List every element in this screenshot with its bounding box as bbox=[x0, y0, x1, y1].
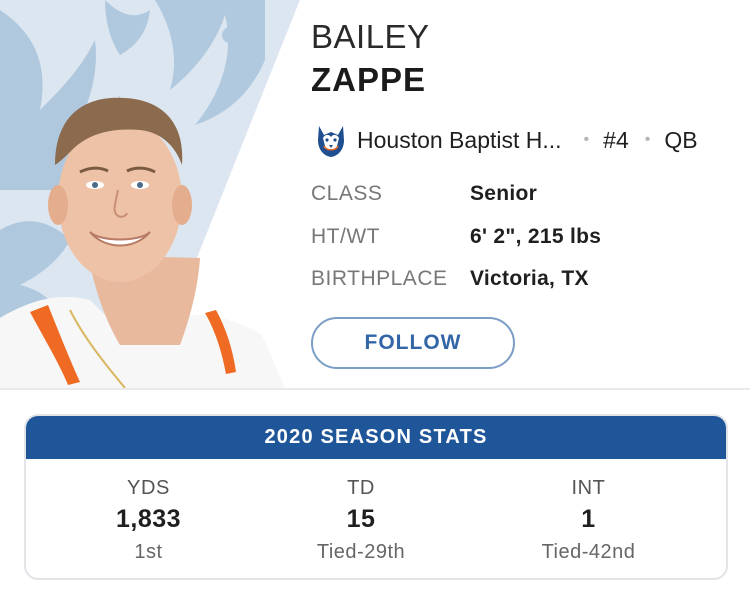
player-profile-page: BAILEY ZAPPE Houston Baptist H... • #4 •… bbox=[0, 0, 750, 602]
player-last-name: ZAPPE bbox=[311, 61, 427, 98]
stat-column-yds: YDS 1,833 1st bbox=[26, 459, 271, 578]
follow-button[interactable]: FOLLOW bbox=[311, 317, 515, 369]
stat-rank: Tied-29th bbox=[316, 541, 406, 563]
stat-column-int: INT 1 Tied-42nd bbox=[451, 459, 726, 578]
info-row-class: CLASS Senior bbox=[311, 179, 537, 209]
info-label: CLASS bbox=[311, 182, 383, 205]
stat-value: 15 bbox=[346, 505, 376, 533]
stat-value: 1,833 bbox=[115, 505, 182, 533]
player-position: QB bbox=[664, 126, 698, 153]
info-row-birthplace: BIRTHPLACE Victoria, TX bbox=[311, 264, 589, 294]
team-name-link[interactable]: Houston Baptist H... bbox=[357, 127, 562, 154]
info-label: BIRTHPLACE bbox=[311, 267, 448, 290]
separator-dot: • bbox=[583, 131, 590, 148]
separator-dot: • bbox=[644, 131, 651, 148]
stat-label: YDS bbox=[127, 477, 170, 499]
player-first-name: BAILEY bbox=[311, 18, 430, 55]
stats-title: 2020 SEASON STATS bbox=[26, 416, 726, 459]
player-photo bbox=[0, 0, 300, 388]
info-value: Senior bbox=[470, 182, 538, 205]
stat-column-td: TD 15 Tied-29th bbox=[271, 459, 451, 578]
info-row-ht-wt: HT/WT 6' 2", 215 lbs bbox=[311, 222, 601, 252]
section-divider bbox=[0, 388, 750, 390]
info-value: 6' 2", 215 lbs bbox=[470, 225, 602, 248]
stat-rank: Tied-42nd bbox=[541, 541, 636, 563]
player-header: BAILEY ZAPPE Houston Baptist H... • #4 •… bbox=[0, 0, 750, 388]
husky-logo-icon[interactable] bbox=[311, 120, 351, 160]
player-photo-image bbox=[0, 0, 300, 388]
stat-label: INT bbox=[571, 477, 606, 499]
stats-body: YDS 1,833 1st TD 15 Tied-29th INT 1 Tied… bbox=[26, 459, 726, 578]
stat-rank: 1st bbox=[134, 541, 163, 563]
info-value: Victoria, TX bbox=[470, 267, 589, 290]
info-label: HT/WT bbox=[311, 225, 380, 248]
season-stats-card: 2020 SEASON STATS YDS 1,833 1st TD 15 Ti… bbox=[24, 414, 728, 580]
jersey-number: #4 bbox=[603, 126, 629, 153]
team-row: Houston Baptist H... • #4 • QB bbox=[311, 118, 741, 162]
stat-value: 1 bbox=[581, 505, 596, 533]
stat-label: TD bbox=[347, 477, 375, 499]
